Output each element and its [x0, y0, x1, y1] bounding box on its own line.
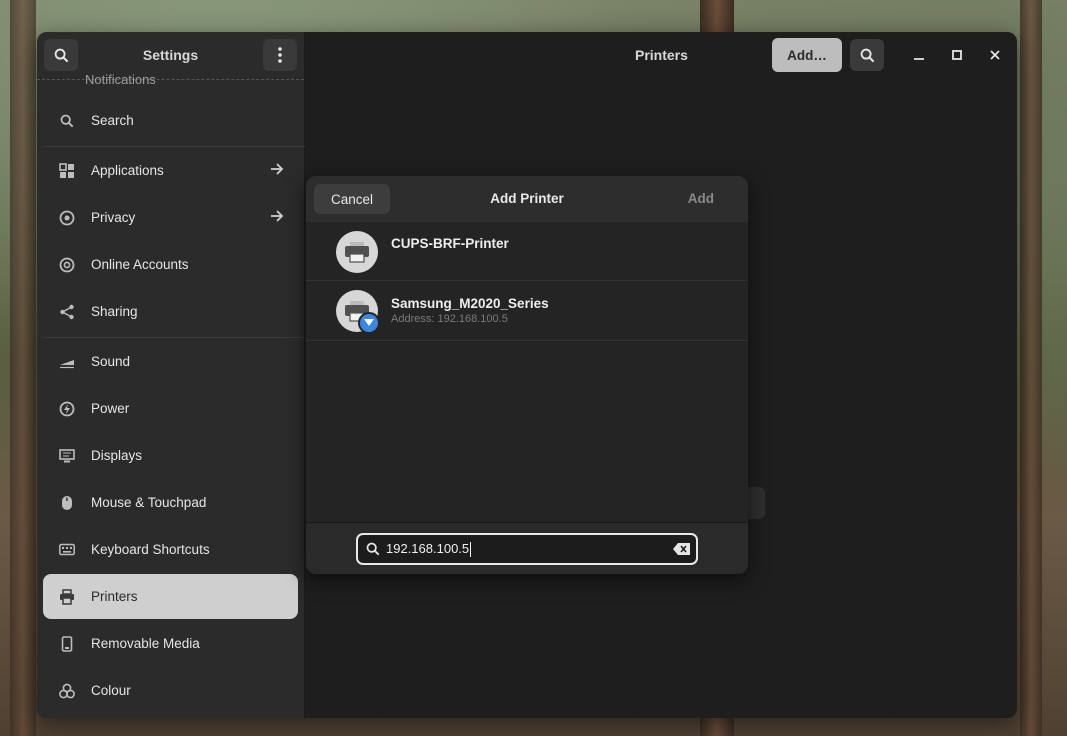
sidebar-header: Settings	[37, 32, 304, 78]
add-printer-button[interactable]: Add…	[772, 38, 842, 72]
arrow-right-icon	[271, 163, 284, 175]
printer-icon	[336, 231, 378, 273]
sidebar-item-privacy[interactable]: Privacy	[43, 195, 298, 240]
page-title: Printers	[635, 47, 688, 63]
printer-search-input[interactable]: 192.168.100.5	[356, 533, 698, 565]
keyboard-icon	[57, 540, 77, 560]
dialog-add-button[interactable]: Add	[688, 191, 714, 206]
minimize-button[interactable]	[910, 46, 928, 64]
removable-media-icon	[57, 634, 77, 654]
dialog-header: Cancel Add Printer Add	[306, 176, 748, 222]
sidebar-item-label: Search	[91, 113, 134, 128]
arrow-right-icon	[271, 210, 284, 222]
minimize-icon	[914, 58, 924, 60]
printer-icon	[57, 587, 77, 607]
dialog-title: Add Printer	[490, 191, 564, 206]
sidebar-item-mouse-touchpad[interactable]: Mouse & Touchpad	[43, 480, 298, 525]
at-icon	[57, 255, 77, 275]
mouse-icon	[57, 493, 77, 513]
sidebar-item-removable-media[interactable]: Removable Media	[43, 621, 298, 666]
close-icon	[990, 50, 1000, 60]
sidebar-item-displays[interactable]: Displays	[43, 433, 298, 478]
apps-icon	[57, 161, 77, 181]
sidebar-item-label: Printers	[91, 589, 138, 604]
maximize-button[interactable]	[948, 46, 966, 64]
maximize-icon	[952, 50, 962, 60]
sidebar-item-label: Keyboard Shortcuts	[91, 542, 210, 557]
close-button[interactable]	[986, 46, 1004, 64]
sidebar-item-label: Removable Media	[91, 636, 200, 651]
sidebar-item-label: Colour	[91, 683, 131, 698]
sidebar-scroll-edge: Notifications	[37, 72, 304, 87]
printer-list-item[interactable]: Samsung_M2020_Series Address: 192.168.10…	[306, 282, 748, 341]
background-button-edge	[745, 487, 765, 519]
printer-address: Address: 192.168.100.5	[391, 313, 508, 325]
sound-icon	[57, 352, 77, 372]
main-menu-button[interactable]	[263, 39, 297, 71]
sidebar-item-printers[interactable]: Printers	[43, 574, 298, 619]
header-bar: Printers Add…	[305, 32, 1017, 78]
sidebar-title: Settings	[142, 47, 199, 63]
clear-text-icon[interactable]	[673, 543, 690, 555]
sidebar-item-online-accounts[interactable]: Online Accounts	[43, 242, 298, 287]
dialog-footer: 192.168.100.5	[306, 522, 748, 574]
sidebar-item-keyboard-shortcuts[interactable]: Keyboard Shortcuts	[43, 527, 298, 572]
search-icon	[860, 48, 874, 62]
sidebar-item-label: Power	[91, 401, 130, 416]
printer-search-button[interactable]	[850, 39, 884, 71]
network-printer-badge-icon	[358, 312, 380, 334]
display-icon	[57, 446, 77, 466]
sidebar-item-colour[interactable]: Colour	[43, 668, 298, 713]
sidebar-item-notifications-partial[interactable]: Notifications	[85, 72, 156, 87]
sidebar-item-label: Displays	[91, 448, 143, 463]
printer-list-item[interactable]: CUPS-BRF-Printer	[306, 222, 748, 281]
sidebar-item-label: Online Accounts	[91, 257, 189, 272]
power-icon	[57, 399, 77, 419]
search-input-value: 192.168.100.5	[386, 540, 472, 558]
sidebar-item-label: Mouse & Touchpad	[91, 495, 207, 510]
sidebar-item-power[interactable]: Power	[43, 386, 298, 431]
search-icon	[54, 48, 68, 62]
sidebar-item-search[interactable]: Search	[43, 98, 298, 143]
add-printer-dialog: Cancel Add Printer Add CUPS-BRF-Printer …	[306, 176, 748, 574]
printer-name: CUPS-BRF-Printer	[391, 236, 509, 251]
search-icon	[366, 542, 380, 556]
sidebar-divider	[43, 337, 305, 338]
sidebar-item-sharing[interactable]: Sharing	[43, 289, 298, 334]
search-icon	[57, 111, 77, 131]
sidebar-item-label: Applications	[91, 163, 164, 178]
kebab-menu-icon	[278, 47, 282, 63]
sidebar-item-label: Privacy	[91, 210, 136, 225]
sidebar-nav: Notifications Search Applications Privac…	[37, 72, 305, 718]
sidebar-item-sound[interactable]: Sound	[43, 339, 298, 384]
privacy-icon	[57, 208, 77, 228]
share-icon	[57, 302, 77, 322]
sidebar-item-label: Sharing	[91, 304, 138, 319]
printer-name: Samsung_M2020_Series	[391, 296, 549, 311]
sidebar-item-label: Sound	[91, 354, 131, 369]
sidebar-divider	[43, 146, 305, 147]
sidebar-item-applications[interactable]: Applications	[43, 148, 298, 193]
sidebar: Settings Notifications Search Applicatio…	[37, 32, 305, 718]
colour-icon	[57, 681, 77, 701]
sidebar-search-button[interactable]	[44, 39, 78, 71]
